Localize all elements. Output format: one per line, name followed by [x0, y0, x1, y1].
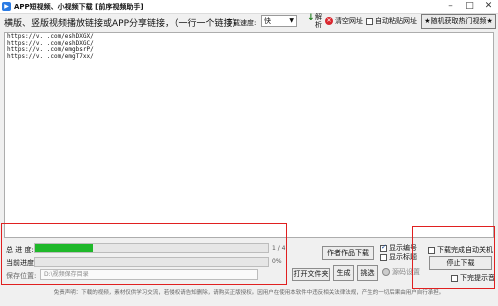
app-icon: ▶ [2, 2, 11, 11]
clear-icon: ✕ [325, 17, 333, 25]
pick-button[interactable]: 挑选 [357, 265, 378, 281]
parse-button[interactable]: ↓ 解析 [307, 13, 322, 30]
speed-select[interactable]: 快 ▼ [261, 15, 297, 27]
open-folder-button[interactable]: 打开文件夹 [292, 268, 330, 281]
title-bar: ▶ APP短视频、小视频下载 [前序视频助手] – □ ✕ [0, 0, 498, 14]
speed-label: 下载速度: [226, 19, 257, 27]
url-line: https://v. .com/emgT7xx/ [7, 52, 94, 60]
parse-button-label: 解析 [315, 13, 322, 29]
chevron-down-icon: ▼ [289, 17, 294, 24]
clear-urls-label: 清空网址 [335, 17, 363, 25]
auto-paste-label: 自动粘贴网址 [375, 17, 417, 25]
progress-highlight-box [1, 223, 287, 285]
window-title: APP短视频、小视频下载 [前序视频助手] [14, 3, 144, 11]
checkbox-box [366, 17, 373, 25]
checkbox-box [380, 243, 387, 252]
radio-dot [382, 268, 390, 276]
minimize-button[interactable]: – [441, 0, 460, 13]
generate-button[interactable]: 生成 [333, 265, 354, 281]
url-input-label: 横版、竖版视频播放链接或APP分享链接，（一行一个链接） [4, 19, 242, 29]
close-button[interactable]: ✕ [479, 0, 498, 13]
random-hot-video-button[interactable]: ★随机获取热门视频★ [421, 14, 496, 29]
controls-highlight-box [412, 226, 495, 289]
auto-paste-checkbox[interactable]: 自动粘贴网址 [366, 16, 417, 26]
speed-select-value: 快 [264, 17, 271, 25]
url-textarea[interactable]: https://v. .com/eshDXGX/ https://v. .com… [4, 32, 494, 238]
clear-urls-button[interactable]: ✕ 清空网址 [325, 16, 363, 26]
author-works-download-button[interactable]: 作者作品下载 [322, 246, 374, 260]
download-arrow-icon: ↓ [307, 13, 315, 23]
checkbox-box [380, 253, 387, 261]
maximize-button[interactable]: □ [460, 0, 479, 13]
disclaimer-text: 免责声明：下载的视频，素材仅供学习交流，若侵权请告知删除，请购买正版授权。因用户… [53, 290, 445, 296]
